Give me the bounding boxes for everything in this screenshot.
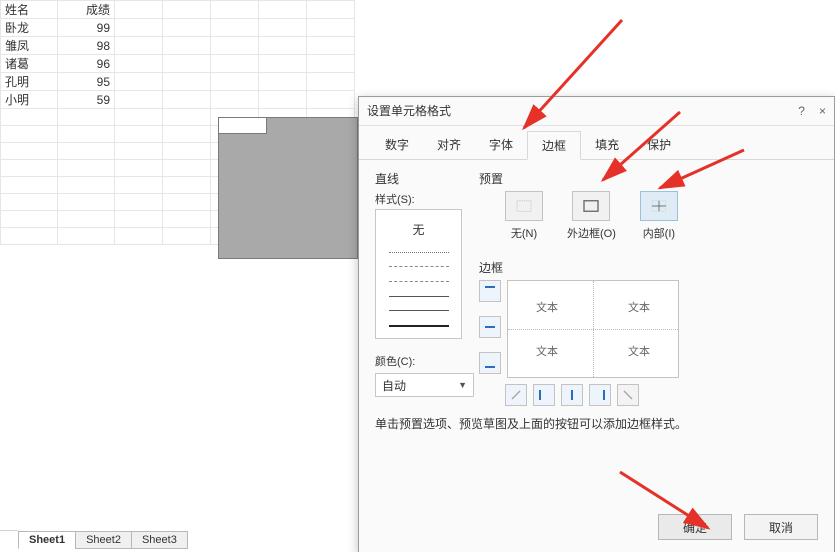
- border-vmid-icon: [566, 389, 578, 401]
- cell-name[interactable]: 诸葛: [1, 55, 58, 73]
- border-diag-down-icon: [622, 389, 634, 401]
- color-label: 颜色(C):: [375, 353, 467, 369]
- cell-score[interactable]: 99: [58, 19, 115, 37]
- tab-number[interactable]: 数字: [371, 131, 423, 160]
- border-diag-up-button[interactable]: [505, 384, 527, 406]
- style-option[interactable]: [389, 310, 449, 311]
- preview-text: 文本: [536, 343, 558, 359]
- style-option[interactable]: [389, 325, 449, 327]
- border-top-icon: [484, 285, 496, 297]
- cell-score[interactable]: 98: [58, 37, 115, 55]
- border-vmid-button[interactable]: [561, 384, 583, 406]
- border-group-label: 边框: [479, 259, 818, 276]
- border-left-button[interactable]: [533, 384, 555, 406]
- preview-text: 文本: [536, 299, 558, 315]
- border-right-icon: [594, 389, 606, 401]
- border-none-icon: [515, 199, 533, 213]
- header-name[interactable]: 姓名: [1, 1, 58, 19]
- help-icon[interactable]: ?: [798, 97, 805, 125]
- sheet-tab-1[interactable]: Sheet1: [18, 531, 76, 549]
- cell-name[interactable]: 小明: [1, 91, 58, 109]
- border-outline-icon: [582, 199, 600, 213]
- border-hmid-icon: [484, 321, 496, 333]
- cell-name[interactable]: 雏凤: [1, 37, 58, 55]
- sheet-tabs: Sheet1 Sheet2 Sheet3: [18, 531, 187, 549]
- header-score[interactable]: 成绩: [58, 1, 115, 19]
- tab-alignment[interactable]: 对齐: [423, 131, 475, 160]
- color-value: 自动: [382, 377, 406, 394]
- ok-button[interactable]: 确定: [658, 514, 732, 540]
- close-icon[interactable]: ×: [819, 97, 826, 125]
- preset-outline[interactable]: 外边框(O): [567, 191, 616, 241]
- style-none-option[interactable]: 无: [412, 221, 424, 238]
- tab-protection[interactable]: 保护: [633, 131, 685, 160]
- preset-inside[interactable]: 内部(I): [640, 191, 678, 241]
- selection-highlight: [218, 117, 358, 259]
- style-option[interactable]: [389, 281, 449, 282]
- cell-score[interactable]: 95: [58, 73, 115, 91]
- preview-text: 文本: [628, 299, 650, 315]
- style-option[interactable]: [389, 266, 449, 267]
- border-hmid-button[interactable]: [479, 316, 501, 338]
- cell-score[interactable]: 96: [58, 55, 115, 73]
- cell-name[interactable]: 孔明: [1, 73, 58, 91]
- preview-text: 文本: [628, 343, 650, 359]
- format-cells-dialog: 设置单元格格式 ? × 数字 对齐 字体 边框 填充 保护 直线 样式(S): …: [358, 96, 835, 552]
- border-top-button[interactable]: [479, 280, 501, 302]
- style-option[interactable]: [389, 296, 449, 297]
- border-bottom-button[interactable]: [479, 352, 501, 374]
- line-group-label: 直线: [375, 170, 467, 187]
- tab-fill[interactable]: 填充: [581, 131, 633, 160]
- dialog-tabs: 数字 对齐 字体 边框 填充 保护: [359, 130, 834, 160]
- border-bottom-icon: [484, 357, 496, 369]
- style-label: 样式(S):: [375, 191, 467, 207]
- preset-label: 无(N): [511, 225, 537, 241]
- sheet-tab-3[interactable]: Sheet3: [131, 531, 188, 549]
- dialog-title: 设置单元格格式: [367, 97, 451, 125]
- preset-label: 内部(I): [643, 225, 675, 241]
- border-diag-down-button[interactable]: [617, 384, 639, 406]
- hint-text: 单击预置选项、预览草图及上面的按钮可以添加边框样式。: [375, 415, 687, 432]
- line-style-list[interactable]: 无: [375, 209, 462, 339]
- sheet-tab-2[interactable]: Sheet2: [75, 531, 132, 549]
- sheet-tabs-gutter: [0, 530, 18, 549]
- style-option[interactable]: [389, 252, 449, 253]
- color-dropdown[interactable]: 自动 ▼: [375, 373, 474, 397]
- border-diag-up-icon: [510, 389, 522, 401]
- dialog-titlebar[interactable]: 设置单元格格式 ? ×: [359, 97, 834, 126]
- border-left-icon: [538, 389, 550, 401]
- border-preview[interactable]: 文本 文本 文本 文本: [507, 280, 679, 378]
- chevron-down-icon: ▼: [458, 380, 467, 390]
- tab-border[interactable]: 边框: [527, 131, 581, 160]
- preset-group-label: 预置: [479, 170, 818, 187]
- border-right-button[interactable]: [589, 384, 611, 406]
- border-inside-icon: [650, 199, 668, 213]
- cancel-button[interactable]: 取消: [744, 514, 818, 540]
- cell-score[interactable]: 59: [58, 91, 115, 109]
- preset-label: 外边框(O): [567, 225, 616, 241]
- cell-name[interactable]: 卧龙: [1, 19, 58, 37]
- border-panel: 直线 样式(S): 无 颜色(C): 自动 ▼: [359, 160, 834, 515]
- tab-font[interactable]: 字体: [475, 131, 527, 160]
- active-cell: [218, 117, 267, 134]
- preset-none[interactable]: 无(N): [505, 191, 543, 241]
